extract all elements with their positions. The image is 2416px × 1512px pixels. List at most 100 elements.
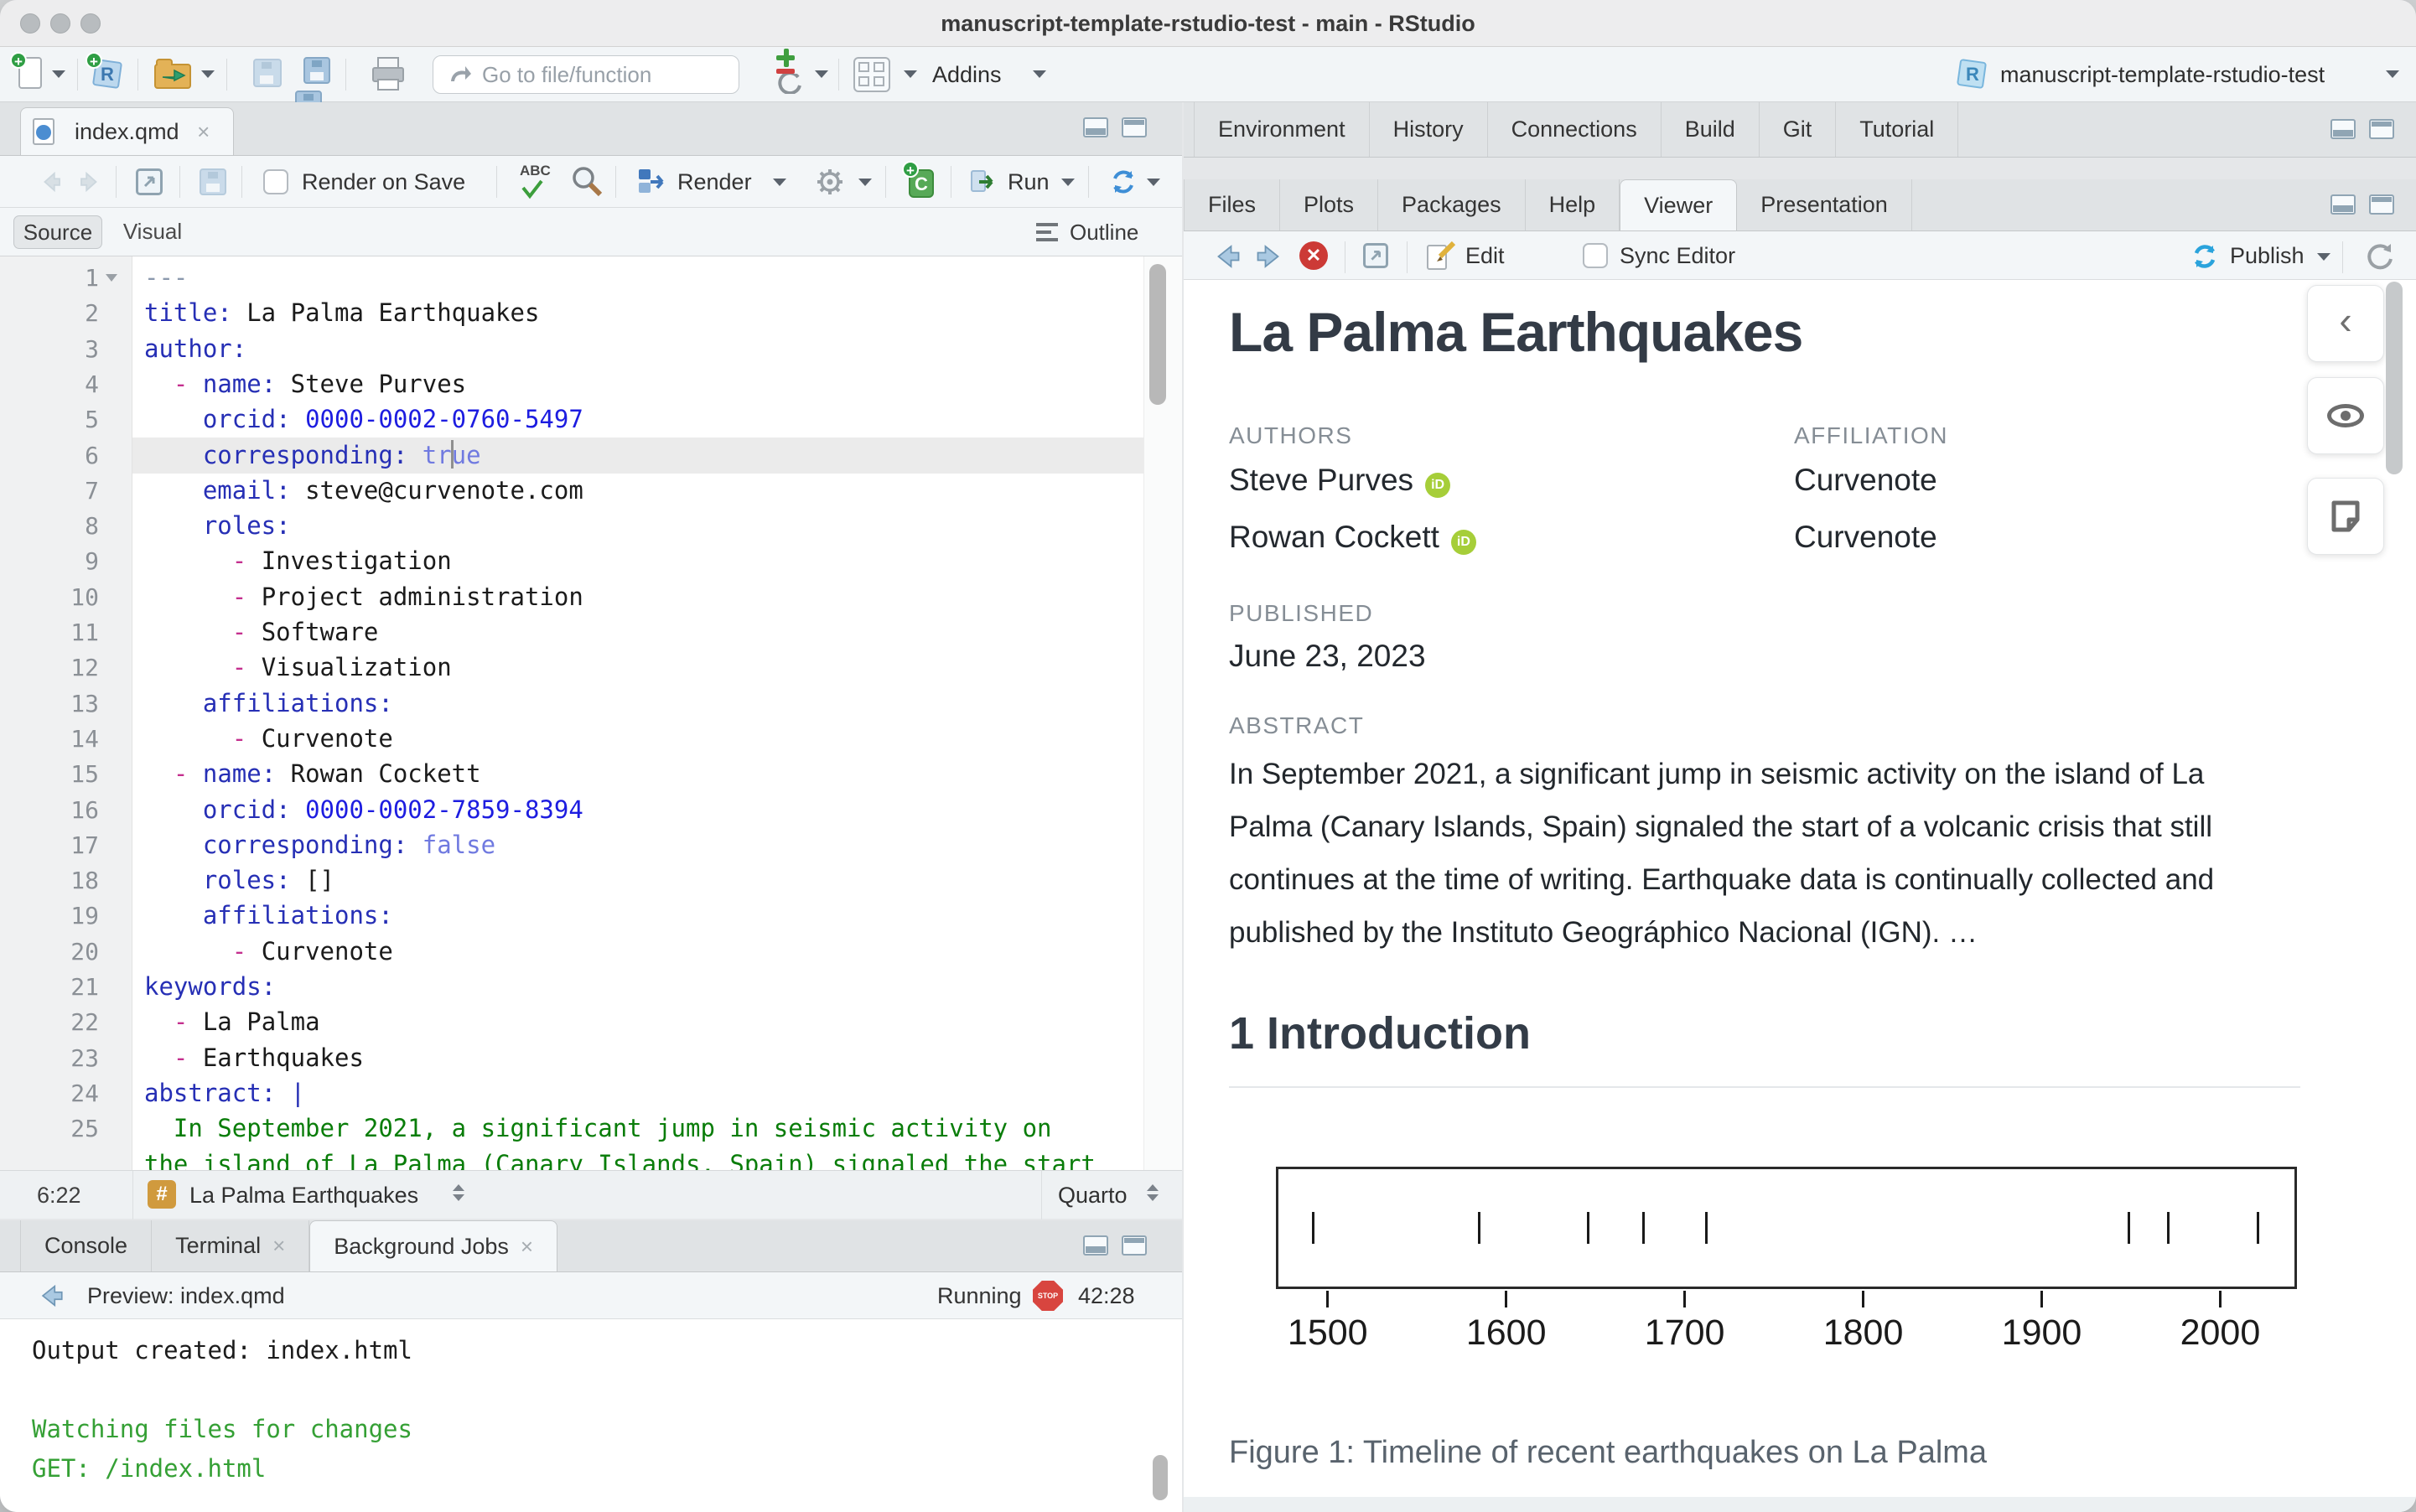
tab-viewer[interactable]: Viewer (1620, 179, 1738, 230)
code-line[interactable]: 4 - name: Steve Purves (0, 366, 1182, 402)
render-dropdown[interactable] (773, 179, 786, 186)
close-tab-icon[interactable]: × (197, 119, 210, 144)
tab-plots[interactable]: Plots (1280, 179, 1379, 230)
code-line[interactable]: 13 affiliations: (0, 686, 1182, 722)
tab-connections[interactable]: Connections (1488, 102, 1662, 157)
tab-index-qmd[interactable]: index.qmd × (20, 107, 235, 155)
publish-button[interactable]: Publish (2230, 231, 2305, 280)
tab-console[interactable]: Console (20, 1220, 153, 1271)
back-icon[interactable] (39, 169, 64, 194)
tab-history[interactable]: History (1370, 102, 1488, 157)
project-dropdown[interactable] (2386, 70, 2399, 78)
run-dropdown[interactable] (1061, 179, 1075, 186)
new-file-button[interactable]: + (10, 52, 44, 92)
code-line[interactable]: 7 email: steve@curvenote.com (0, 473, 1182, 509)
code-line[interactable]: 16 orcid: 0000-0002-7859-8394 (0, 792, 1182, 828)
visual-mode-button[interactable]: Visual (112, 215, 193, 249)
edit-button[interactable]: Edit (1465, 231, 1505, 280)
annotations-button[interactable] (2307, 478, 2384, 555)
version-control-button[interactable] (773, 49, 806, 94)
code-line[interactable]: 19 affiliations: (0, 898, 1182, 934)
orcid-icon[interactable]: iD (1425, 473, 1451, 498)
addins-menu[interactable]: Addins (932, 47, 1002, 102)
project-selector[interactable]: manuscript-template-rstudio-test (2000, 47, 2325, 102)
print-button[interactable] (371, 57, 406, 92)
outline-button[interactable]: Outline (1070, 208, 1138, 256)
file-type-menu[interactable]: Quarto (1058, 1171, 1128, 1219)
panes-dropdown[interactable] (904, 70, 917, 78)
code-line[interactable]: 14 - Curvenote (0, 721, 1182, 757)
tab-terminal[interactable]: Terminal × (152, 1220, 310, 1271)
popout-icon[interactable] (136, 168, 163, 195)
minimize-pane-icon[interactable] (1083, 117, 1108, 137)
minimize-pane-icon[interactable] (2330, 119, 2356, 139)
code-line[interactable]: 24 abstract: | (0, 1075, 1182, 1111)
publish-dropdown[interactable] (2317, 253, 2330, 261)
tab-files[interactable]: Files (1184, 179, 1281, 230)
addins-dropdown[interactable] (1033, 70, 1046, 78)
clear-viewer-icon[interactable]: ✕ (1299, 241, 1328, 270)
orcid-icon[interactable]: iD (1450, 530, 1476, 555)
code-line[interactable]: 8 roles: (0, 508, 1182, 544)
new-file-dropdown[interactable] (52, 70, 65, 78)
goto-file-search[interactable] (433, 55, 739, 94)
maximize-pane-icon[interactable] (1122, 117, 1147, 137)
render-on-save-checkbox[interactable] (263, 169, 288, 194)
minimize-pane-icon[interactable] (2330, 194, 2356, 215)
code-line[interactable]: 10 - Project administration (0, 579, 1182, 615)
code-line[interactable]: 17 corresponding: false (0, 827, 1182, 863)
code-line[interactable]: 2 title: La Palma Earthquakes (0, 295, 1182, 331)
close-tab-icon[interactable]: × (521, 1234, 533, 1259)
viewer-scrollbar[interactable] (2386, 282, 2403, 474)
code-line[interactable]: 21 keywords: (0, 969, 1182, 1005)
visibility-button[interactable] (2307, 377, 2384, 454)
gear-icon[interactable] (815, 167, 845, 197)
render-button[interactable]: Render (677, 156, 752, 208)
tab-git[interactable]: Git (1760, 102, 1837, 157)
spellcheck-icon[interactable]: ABC (520, 163, 557, 201)
maximize-pane-icon[interactable] (2369, 119, 2394, 139)
file-type-arrows-icon[interactable] (1147, 1184, 1159, 1201)
code-line[interactable]: 25 In September 2021, a significant jump… (0, 1111, 1182, 1147)
code-line[interactable]: 1 --- (0, 260, 1182, 296)
run-button[interactable]: Run (1008, 156, 1050, 208)
viewer-popout-icon[interactable] (1363, 243, 1388, 268)
minimize-pane-icon[interactable] (1083, 1235, 1108, 1256)
version-control-dropdown[interactable] (815, 70, 828, 78)
code-line[interactable]: 23 - Earthquakes (0, 1040, 1182, 1076)
source-mode-button[interactable]: Source (13, 215, 102, 249)
tab-packages[interactable]: Packages (1378, 179, 1526, 230)
gear-dropdown[interactable] (858, 179, 872, 186)
open-file-button[interactable] (154, 59, 193, 91)
stop-job-icon[interactable]: STOP (1033, 1281, 1063, 1311)
maximize-pane-icon[interactable] (1122, 1235, 1147, 1256)
console-scrollbar[interactable] (1153, 1455, 1168, 1500)
code-line[interactable]: 22 - La Palma (0, 1004, 1182, 1040)
save-all-button[interactable] (295, 57, 334, 117)
code-line[interactable]: 11 - Software (0, 614, 1182, 650)
find-replace-icon[interactable] (570, 165, 604, 199)
save-doc-icon[interactable] (200, 168, 226, 195)
code-line[interactable]: 15 - name: Rowan Cockett (0, 756, 1182, 792)
collapse-margin-button[interactable]: ‹ (2307, 285, 2384, 362)
fold-icon[interactable] (106, 274, 117, 282)
code-line[interactable]: 9 - Investigation (0, 543, 1182, 579)
new-project-button[interactable]: R + (86, 52, 127, 94)
close-tab-icon[interactable]: × (272, 1233, 285, 1258)
code-line[interactable]: the island of La Palma (Canary Islands, … (0, 1147, 1182, 1171)
forward-icon[interactable] (77, 169, 102, 194)
viewer-back-icon[interactable] (1212, 241, 1242, 272)
save-button[interactable] (253, 59, 282, 87)
sync-editor-checkbox[interactable] (1583, 243, 1608, 268)
code-editor[interactable]: 1 --- 2 title: La Palma Earthquakes 3 author:… (0, 256, 1182, 1170)
open-recent-dropdown[interactable] (201, 70, 215, 78)
code-line[interactable]: 20 - Curvenote (0, 934, 1182, 970)
job-back-icon[interactable] (37, 1282, 65, 1310)
code-line[interactable]: 6 corresponding: true (0, 437, 1182, 474)
viewer-forward-icon[interactable] (1254, 241, 1284, 272)
tab-background-jobs[interactable]: Background Jobs × (309, 1220, 558, 1271)
code-line[interactable]: 12 - Visualization (0, 650, 1182, 686)
goto-file-input[interactable] (480, 58, 723, 91)
console-output[interactable]: Output created: index.html Watching files… (0, 1319, 1182, 1512)
maximize-pane-icon[interactable] (2369, 194, 2394, 215)
